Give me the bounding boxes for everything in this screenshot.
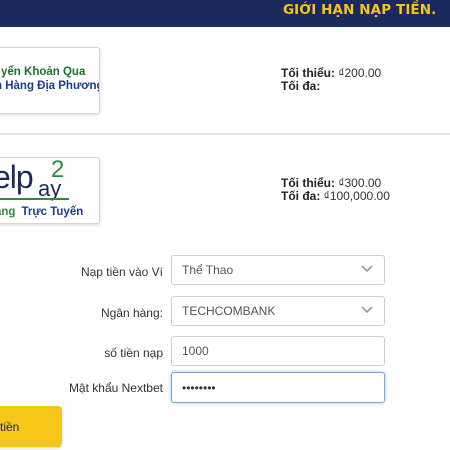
help2pay-logo-tagline: ang Trực Tuyến (0, 206, 83, 218)
amount-input[interactable] (171, 336, 385, 366)
password-label: Mật khẩu Nextbet (68, 381, 163, 395)
max-limit-label: Tối đa: (281, 79, 321, 93)
min-limit-value: ₫300.00 (338, 176, 382, 190)
local-bank-transfer-logo[interactable]: yển Khoản Qua n Hàng Địa Phương (0, 47, 100, 114)
help2pay-logo[interactable]: elp 2 ay angTrực Tuyến (0, 157, 100, 224)
min-limit-value: ₫200.00 (338, 66, 382, 80)
chevron-down-icon (361, 265, 373, 273)
wallet-select[interactable]: Thể Thao (171, 255, 385, 285)
local-bank-limits: Tối thiểu: ₫200.00 Tối đa: (281, 67, 381, 93)
deposit-submit-button[interactable]: tiền (0, 406, 62, 447)
bank-select[interactable]: TECHCOMBANK (171, 296, 385, 326)
bank-label: Ngân hàng: (100, 306, 163, 320)
max-limit-value: ₫100,000.00 (323, 189, 390, 203)
min-limit-label: Tối thiểu: (281, 176, 335, 190)
password-input[interactable] (171, 372, 385, 403)
local-bank-logo-line2: n Hàng Địa Phương (0, 80, 100, 92)
help2pay-logo-underline (0, 198, 69, 200)
header-bar: GIỚI HẠN NẠP TIỀN. (0, 0, 450, 27)
deposit-limits-title: GIỚI HẠN NẠP TIỀN. (283, 2, 437, 18)
min-limit-label: Tối thiểu: (281, 66, 335, 80)
help2pay-tag-part1: ang (0, 206, 16, 218)
chevron-down-icon (361, 306, 373, 314)
bank-selected-value: TECHCOMBANK (182, 304, 276, 318)
help2pay-logo-main: elp (0, 159, 34, 195)
local-bank-logo-line1: yển Khoản Qua (1, 66, 86, 78)
help2pay-tag-part2: Trực Tuyến (21, 206, 84, 218)
wallet-selected-value: Thể Thao (182, 263, 234, 277)
max-limit-label: Tối đa: (281, 189, 321, 203)
help2pay-limits: Tối thiểu: ₫300.00 Tối đa: ₫100,000.00 (281, 177, 390, 203)
wallet-label: Nạp tiền vào Ví (80, 265, 163, 279)
amount-label: số tiền nạp (104, 346, 163, 360)
